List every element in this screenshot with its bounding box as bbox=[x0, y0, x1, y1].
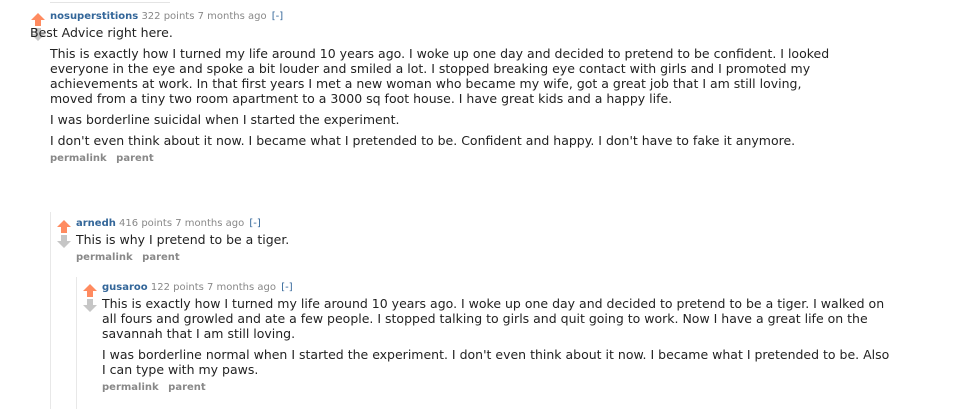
comment-paragraph: This is exactly how I turned my life aro… bbox=[102, 296, 885, 341]
timestamp: 7 months ago bbox=[207, 282, 276, 293]
comment-tagline: nosuperstitions 322 points 7 months ago … bbox=[50, 10, 840, 24]
comment-thread: nosuperstitions 322 points 7 months ago … bbox=[0, 0, 967, 409]
collapse-toggle[interactable]: [-] bbox=[249, 218, 260, 229]
comment-body: Best Advice right here. This is exactly … bbox=[30, 25, 840, 148]
permalink-button[interactable]: permalink bbox=[76, 252, 133, 263]
comment-body: This is exactly how I turned my life aro… bbox=[102, 296, 892, 377]
comment-paragraph: Best Advice right here. bbox=[30, 25, 173, 40]
child-indent-line bbox=[76, 277, 77, 409]
comment-paragraph: This is exactly how I turned my life aro… bbox=[50, 46, 830, 106]
comment-tagline: arnedh 416 points 7 months ago [-] bbox=[76, 217, 876, 231]
author-link[interactable]: gusaroo bbox=[102, 282, 148, 293]
previous-comment-remnant bbox=[50, 0, 170, 3]
upvote-arrow-icon[interactable] bbox=[56, 219, 72, 234]
upvote-arrow-icon[interactable] bbox=[82, 283, 98, 298]
comment-tagline: gusaroo 122 points 7 months ago [-] bbox=[102, 281, 892, 295]
author-link[interactable]: arnedh bbox=[76, 218, 116, 229]
comment-paragraph: I was borderline suicidal when I started… bbox=[50, 112, 400, 127]
downvote-arrow-icon[interactable] bbox=[82, 298, 98, 313]
parent-button[interactable]: parent bbox=[116, 153, 154, 164]
comment-entry: arnedh 416 points 7 months ago [-] This … bbox=[76, 217, 876, 264]
comment-entry: gusaroo 122 points 7 months ago [-] This… bbox=[102, 281, 892, 394]
vote-arrows bbox=[82, 283, 98, 313]
author-link[interactable]: nosuperstitions bbox=[50, 11, 138, 22]
score: 416 points bbox=[119, 218, 173, 229]
comment-paragraph: I was borderline normal when I started t… bbox=[102, 347, 890, 377]
score: 122 points bbox=[150, 282, 204, 293]
comment-body: This is why I pretend to be a tiger. bbox=[76, 232, 876, 247]
comment-buttons: permalink parent bbox=[50, 152, 840, 165]
permalink-button[interactable]: permalink bbox=[50, 153, 107, 164]
parent-button[interactable]: parent bbox=[142, 252, 180, 263]
timestamp: 7 months ago bbox=[197, 11, 267, 22]
collapse-toggle[interactable]: [-] bbox=[272, 11, 283, 22]
comment-paragraph: I don't even think about it now. I becam… bbox=[50, 133, 796, 148]
child-indent-line bbox=[50, 212, 51, 409]
comment-entry: nosuperstitions 322 points 7 months ago … bbox=[30, 10, 840, 165]
score: 322 points bbox=[141, 11, 195, 22]
comment-paragraph: This is why I pretend to be a tiger. bbox=[76, 232, 290, 247]
comment-buttons: permalink parent bbox=[76, 251, 876, 264]
collapse-toggle[interactable]: [-] bbox=[281, 282, 292, 293]
comment-buttons: permalink parent bbox=[102, 381, 892, 394]
parent-button[interactable]: parent bbox=[168, 382, 206, 393]
timestamp: 7 months ago bbox=[175, 218, 245, 229]
permalink-button[interactable]: permalink bbox=[102, 382, 159, 393]
vote-arrows bbox=[56, 219, 72, 249]
downvote-arrow-icon[interactable] bbox=[56, 234, 72, 249]
